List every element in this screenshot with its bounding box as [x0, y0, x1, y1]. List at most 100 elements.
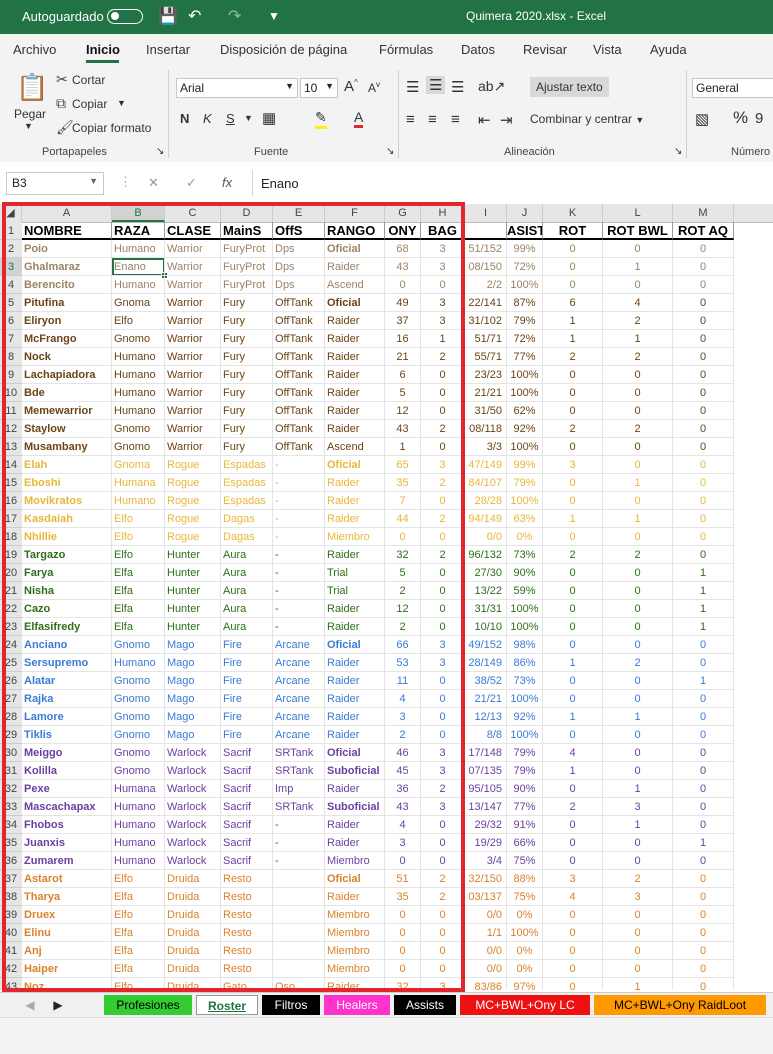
cell-asists[interactable]: 97% — [507, 978, 543, 990]
cell-rot[interactable]: 0 — [543, 384, 603, 402]
cell-rot[interactable]: 1 — [543, 762, 603, 780]
cell-rot-aq[interactable]: 0 — [673, 348, 734, 366]
cell-asists[interactable]: 100% — [507, 276, 543, 294]
cell-i[interactable]: 84/107 — [465, 474, 507, 492]
cell-asists[interactable]: 0% — [507, 960, 543, 978]
cell-rot[interactable]: 0 — [543, 636, 603, 654]
cell-rot[interactable]: 0 — [543, 258, 603, 276]
cell-i[interactable]: 2/2 — [465, 276, 507, 294]
cell-i[interactable]: 19/29 — [465, 834, 507, 852]
tab-disposicion[interactable]: Disposición de página — [220, 42, 347, 57]
cell-rot-bwl[interactable]: 0 — [603, 852, 673, 870]
cell-rot-aq[interactable]: 0 — [673, 690, 734, 708]
cut-button[interactable]: Cortar — [72, 73, 105, 87]
cell-asists[interactable]: 75% — [507, 888, 543, 906]
cell-i[interactable]: 0/0 — [465, 528, 507, 546]
cell-rot-aq[interactable]: 1 — [673, 618, 734, 636]
cell-rot-aq[interactable]: 0 — [673, 294, 734, 312]
cell-asists[interactable]: 62% — [507, 402, 543, 420]
cell-asists[interactable]: 100% — [507, 924, 543, 942]
cell-rot[interactable]: 0 — [543, 924, 603, 942]
cell-rot[interactable]: 0 — [543, 906, 603, 924]
cell-rot[interactable]: 0 — [543, 816, 603, 834]
cell-rot-bwl[interactable]: 1 — [603, 474, 673, 492]
autosave-toggle[interactable] — [107, 9, 143, 24]
cell-asists[interactable]: 0% — [507, 942, 543, 960]
cell-i[interactable]: 51/152 — [465, 240, 507, 258]
cell-rot-aq[interactable]: 1 — [673, 582, 734, 600]
cell-i[interactable]: 31/102 — [465, 312, 507, 330]
cell-rot-aq[interactable]: 0 — [673, 312, 734, 330]
cell-rot[interactable]: 0 — [543, 726, 603, 744]
cell-rot-aq[interactable]: 0 — [673, 546, 734, 564]
cell-rot[interactable]: 0 — [543, 474, 603, 492]
font-size-select[interactable]: 10 ▼ — [300, 78, 338, 98]
underline-icon[interactable]: S — [226, 111, 235, 126]
column-header-j[interactable]: J — [507, 204, 543, 222]
cell-i[interactable]: 3/3 — [465, 438, 507, 456]
cell-i[interactable]: 31/50 — [465, 402, 507, 420]
copy-icon[interactable]: ⧉ — [56, 95, 66, 112]
cell-asists[interactable]: 98% — [507, 636, 543, 654]
cell-asists[interactable]: 90% — [507, 564, 543, 582]
cell-rot[interactable]: 2 — [543, 420, 603, 438]
cell-i[interactable]: 94/149 — [465, 510, 507, 528]
cell-rot-aq[interactable]: 0 — [673, 258, 734, 276]
cell-rot[interactable]: 4 — [543, 744, 603, 762]
cell-i[interactable]: 1/1 — [465, 924, 507, 942]
sheet-tab[interactable]: Healers — [324, 995, 390, 1015]
cell-i[interactable]: 27/30 — [465, 564, 507, 582]
cell-rot[interactable]: 0 — [543, 978, 603, 990]
cell-rot-bwl[interactable]: 2 — [603, 420, 673, 438]
cell-i[interactable]: 13/22 — [465, 582, 507, 600]
cell-rot-aq[interactable]: 0 — [673, 420, 734, 438]
tab-inicio[interactable]: Inicio — [86, 42, 120, 57]
cell-rot-bwl[interactable]: 0 — [603, 906, 673, 924]
cell-rot-bwl[interactable]: 0 — [603, 960, 673, 978]
cell-rot[interactable]: 0 — [543, 852, 603, 870]
cell-rot-bwl[interactable]: 0 — [603, 636, 673, 654]
paste-icon[interactable]: 📋 — [16, 72, 48, 103]
cell-rot-aq[interactable]: 0 — [673, 492, 734, 510]
cell-asists[interactable]: 88% — [507, 870, 543, 888]
cell-rot-bwl[interactable]: 2 — [603, 870, 673, 888]
cell-rot[interactable]: 4 — [543, 888, 603, 906]
cell-i[interactable]: 49/152 — [465, 636, 507, 654]
cell-i[interactable]: 10/10 — [465, 618, 507, 636]
column-header-m[interactable]: M — [673, 204, 734, 222]
cell-rot-bwl[interactable]: 0 — [603, 726, 673, 744]
cell-rot-bwl[interactable]: 0 — [603, 762, 673, 780]
cell-asists[interactable]: 100% — [507, 726, 543, 744]
cell-asists[interactable]: 100% — [507, 492, 543, 510]
column-header-i[interactable]: I — [465, 204, 507, 222]
cell-rot[interactable]: 0 — [543, 690, 603, 708]
cell-rot[interactable]: 0 — [543, 582, 603, 600]
cell-rot-bwl[interactable]: 0 — [603, 672, 673, 690]
cell-asists[interactable]: 87% — [507, 294, 543, 312]
alignment-launcher-icon[interactable]: ↘ — [674, 146, 682, 157]
cell-rot-bwl[interactable]: 0 — [603, 366, 673, 384]
cell-i[interactable]: 22/141 — [465, 294, 507, 312]
quick-access-customize-icon[interactable]: ▼ — [268, 9, 280, 23]
redo-icon[interactable]: ↷ — [228, 6, 241, 26]
cell-asists[interactable]: 75% — [507, 852, 543, 870]
cell-i[interactable]: 55/71 — [465, 348, 507, 366]
cell-i[interactable]: 12/13 — [465, 708, 507, 726]
cell-i[interactable]: 28/149 — [465, 654, 507, 672]
sheet-tab[interactable]: Roster — [196, 995, 258, 1015]
borders-icon[interactable]: ▦ — [262, 109, 276, 127]
tab-vista[interactable]: Vista — [593, 42, 622, 57]
cell-rot-aq[interactable]: 0 — [673, 456, 734, 474]
cell-rot-aq[interactable]: 0 — [673, 510, 734, 528]
align-right-icon[interactable]: ≡ — [451, 111, 460, 128]
tab-ayuda[interactable]: Ayuda — [650, 42, 687, 57]
column-header-l[interactable]: L — [603, 204, 673, 222]
cancel-icon[interactable]: ✕ — [148, 175, 159, 191]
name-box[interactable]: B3 ▼ — [6, 172, 104, 195]
cell-rot-aq[interactable]: 0 — [673, 960, 734, 978]
cell-rot[interactable]: 0 — [543, 780, 603, 798]
cell-asists[interactable]: 91% — [507, 816, 543, 834]
cell-i[interactable]: 32/150 — [465, 870, 507, 888]
cell-rot-aq[interactable]: 0 — [673, 366, 734, 384]
header-cell-rot-bwl[interactable]: ROT BWL — [603, 222, 673, 240]
